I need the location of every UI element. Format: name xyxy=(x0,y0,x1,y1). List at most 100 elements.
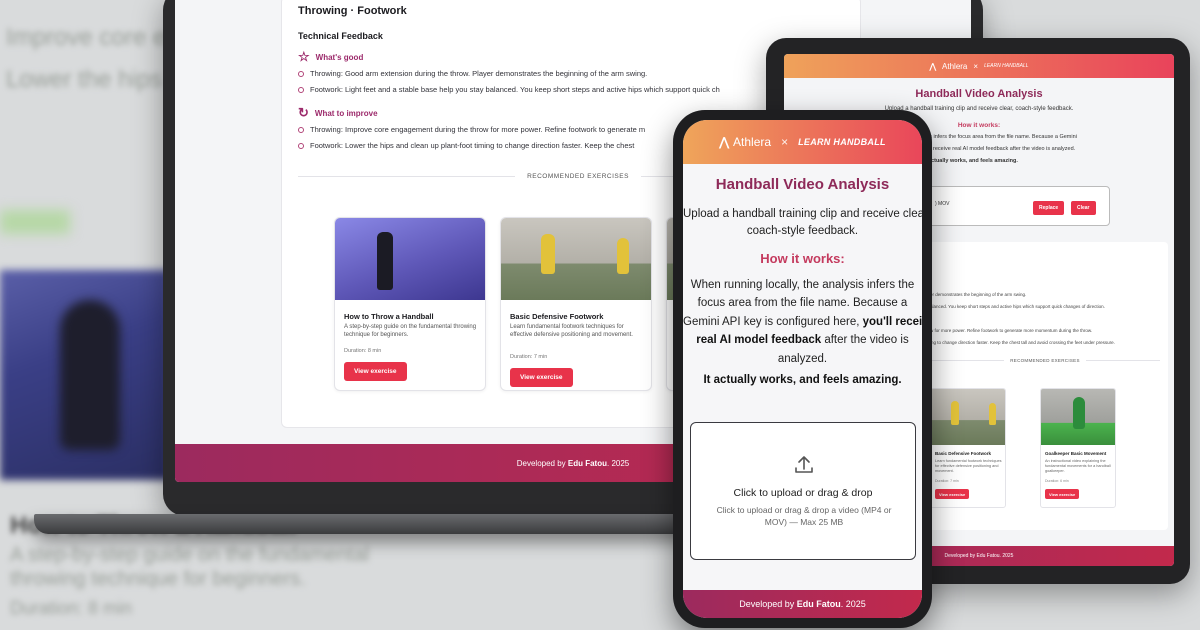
recommended-divider: RECOMMENDED EXERCISES xyxy=(930,358,1160,363)
bg-photo-figure xyxy=(60,300,120,450)
bg-text: Improve core en xyxy=(6,24,180,51)
brand-name: Athlera xyxy=(942,61,968,71)
exercise-thumbnail xyxy=(931,389,1005,445)
exercise-thumbnail xyxy=(1041,389,1115,445)
page-title: Handball Video Analysis xyxy=(915,88,1043,100)
brand-name: Athlera xyxy=(733,135,772,149)
exercise-description: A step-by-step guide on the fundamental … xyxy=(344,324,477,338)
player-figure xyxy=(1073,397,1085,429)
upload-dropzone[interactable]: Click to upload or drag & drop Click to … xyxy=(690,422,916,560)
recommended-label: RECOMMENDED EXERCISES xyxy=(1010,358,1080,363)
player-figure xyxy=(377,232,393,290)
body-text: 'll receive real AI model feedback after… xyxy=(928,146,1076,152)
view-exercise-button[interactable]: View exercise xyxy=(1045,489,1080,499)
exercise-title: Basic Defensive Footwork xyxy=(935,451,992,456)
exercise-duration: Duration: 7 min xyxy=(935,479,959,483)
improve-label: What to improve xyxy=(314,108,378,118)
athlera-logo-icon: ⋀ xyxy=(929,61,937,71)
upload-icon xyxy=(795,456,813,473)
exercise-thumbnail xyxy=(335,218,485,300)
body-line: When running locally, the analysis infer… xyxy=(690,279,915,291)
body-bold: real AI model feedback xyxy=(696,334,822,347)
how-it-works-text: When running locally, the analysis infer… xyxy=(683,276,922,368)
feedback-text: er demonstrates the beginning of the arm… xyxy=(930,292,1027,297)
exercise-description: Learn fundamental footwork techniques fo… xyxy=(935,459,1002,473)
how-it-works-heading: How it works: xyxy=(760,251,845,266)
improve-heading: ↻ What to improve xyxy=(298,105,378,121)
dropzone-title: Click to upload or drag & drop xyxy=(733,487,873,499)
app-header: ⋀ Athlera × LEARN HANDBALL xyxy=(683,120,922,164)
whats-good-label: What's good xyxy=(315,52,364,62)
footer-text: Developed by xyxy=(739,599,795,609)
exercise-duration: Duration: 6 min xyxy=(1045,479,1069,483)
bullet-icon xyxy=(298,86,304,93)
exercise-thumbnail xyxy=(501,218,651,300)
body-bold: you'll receive xyxy=(862,315,922,328)
list-item: Throwing: Improve core engagement during… xyxy=(298,125,645,134)
star-icon: ☆ xyxy=(298,49,310,64)
exercise-title: How to Throw a Handball xyxy=(344,312,434,321)
separator: × xyxy=(781,135,789,149)
replace-button[interactable]: Replace xyxy=(1033,201,1065,215)
body-line: Gemini API key is configured here, you'l… xyxy=(683,313,922,331)
exercise-description: An instructional video explaining the fu… xyxy=(1045,459,1111,473)
body-line: focus area from the file name. Because a xyxy=(697,297,908,310)
recommended-label: RECOMMENDED EXERCISES xyxy=(527,173,629,180)
divider xyxy=(930,360,1005,361)
body-text: Gemini API key is configured here, xyxy=(683,315,863,328)
player-figure xyxy=(617,238,629,274)
dropzone-hint: Click to upload or drag & drop a video (… xyxy=(716,505,892,527)
body-text: actually works, and feels amazing. xyxy=(928,158,1018,164)
divider xyxy=(298,176,516,177)
exercise-description: Learn fundamental footwork techniques fo… xyxy=(510,324,633,338)
footer-text: Developed by xyxy=(516,458,566,468)
footer-year: . 2025 xyxy=(607,458,630,468)
exercise-card: Goalkeeper Basic Movement An instruction… xyxy=(1040,388,1116,508)
player-figure xyxy=(989,403,996,425)
bg-highlight xyxy=(0,210,70,234)
exercise-duration: Duration: 8 min xyxy=(344,348,382,354)
selected-file-box: ) MOV Replace Clear xyxy=(928,186,1110,226)
feedback-text: Throwing: Improve core engagement during… xyxy=(310,125,646,134)
bullet-icon xyxy=(298,142,304,149)
learn-handball-logo: LEARN HANDBALL xyxy=(984,63,1029,69)
footer-year: . 2025 xyxy=(840,599,866,609)
body-line: analyzed. xyxy=(777,352,828,365)
body-line: real AI model feedback after the video i… xyxy=(683,331,922,349)
body-text: after the video is xyxy=(821,334,909,347)
feedback-text: alanced. You keep short steps and active… xyxy=(930,304,1105,309)
athlera-logo: ⋀ Athlera xyxy=(719,135,771,149)
exercise-title: Basic Defensive Footwork xyxy=(510,312,604,321)
feedback-text: ing to change direction faster. Keep the… xyxy=(930,340,1115,345)
clear-button[interactable]: Clear xyxy=(1071,201,1096,215)
feedback-text: Throwing: Good arm extension during the … xyxy=(310,69,648,78)
exercise-card: Basic Defensive Footwork Learn fundament… xyxy=(500,217,652,391)
view-exercise-button[interactable]: View exercise xyxy=(344,362,407,381)
list-item: Footwork: Light feet and a stable base h… xyxy=(298,85,720,94)
page-title: Handball Video Analysis xyxy=(715,176,890,193)
whats-good-heading: ☆ What's good xyxy=(298,49,363,65)
view-exercise-button[interactable]: View exercise xyxy=(935,489,970,499)
section-heading: Throwing · Footwork xyxy=(298,5,407,17)
feedback-text: w for more power. Refine footwork to gen… xyxy=(930,328,1093,333)
footer: Developed by Edu Fatou. 2025 xyxy=(683,590,922,618)
view-exercise-button[interactable]: View exercise xyxy=(510,368,573,387)
intro-text: Upload a handball training clip and rece… xyxy=(683,206,922,241)
exercise-duration: Duration: 7 min xyxy=(510,354,548,360)
bg-text: Duration: 8 min xyxy=(10,598,133,618)
feedback-text: Footwork: Light feet and a stable base h… xyxy=(310,85,720,94)
list-item: Footwork: Lower the hips and clean up pl… xyxy=(298,141,634,150)
bullet-icon xyxy=(298,70,304,77)
player-figure xyxy=(541,234,555,274)
file-name: ) MOV xyxy=(935,201,950,207)
intro-line: Upload a handball training clip and rece… xyxy=(683,208,922,220)
author-name: Edu Fatou xyxy=(567,458,607,468)
body-text: is infers the focus area from the file n… xyxy=(928,134,1077,140)
list-item: Throwing: Good arm extension during the … xyxy=(298,69,647,78)
app-header: ⋀ Athlera × LEARN HANDBALL xyxy=(784,54,1174,78)
phone-screen: ⋀ Athlera × LEARN HANDBALL Handball Vide… xyxy=(683,120,922,618)
bg-text: Lower the hips c xyxy=(6,66,181,93)
intro-line: coach-style feedback. xyxy=(746,225,859,238)
bullet-icon xyxy=(298,126,304,133)
exercise-title: Goalkeeper Basic Movement xyxy=(1045,451,1107,456)
